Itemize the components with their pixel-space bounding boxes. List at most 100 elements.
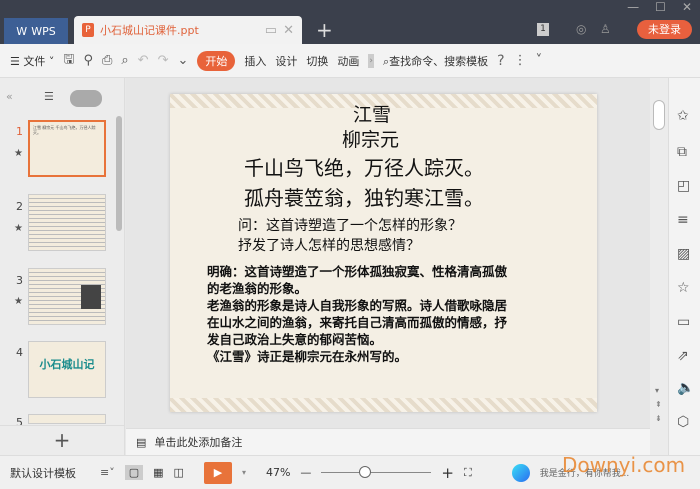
add-slide-button[interactable]: +: [0, 425, 124, 455]
float-window-icon[interactable]: ▭: [265, 23, 277, 38]
scroll-down-icon[interactable]: ▾: [655, 386, 659, 395]
slide-author: 柳宗元: [342, 129, 400, 151]
tab-transition[interactable]: 切换: [306, 53, 328, 69]
settings-hex-icon[interactable]: ⬡: [677, 414, 689, 430]
outline-view-icon[interactable]: ☰: [44, 90, 54, 103]
file-menu[interactable]: ☰ 文件 ˅: [10, 53, 54, 69]
animation-star-icon: ★: [14, 148, 23, 159]
fit-window-icon[interactable]: ⛶: [464, 466, 472, 480]
zoom-level[interactable]: 47%: [266, 466, 290, 479]
main-toolbar: ☰ 文件 ˅ 🖫 ⚲ ⎙ ⌕ ↶ ↷ ⌄ 开始 插入 设计 切换 动画 › ⌕查…: [0, 44, 700, 78]
tab-insert[interactable]: 插入: [244, 53, 266, 69]
document-tab[interactable]: P 小石城山记课件.ppt ▭ ✕: [74, 16, 302, 44]
slide-number: 4: [16, 346, 23, 359]
slide-title: 江雪: [353, 104, 392, 126]
archive-icon[interactable]: ▭: [677, 314, 690, 330]
window-controls: — ☐ ✕: [627, 0, 692, 14]
picture-icon[interactable]: ▨: [677, 246, 690, 262]
magic-icon[interactable]: ✩: [677, 108, 689, 124]
wps-label: WPS: [31, 24, 56, 38]
thumbnail-title: 小石城山记: [39, 358, 95, 371]
poem-line: 孤舟蓑笠翁，独钓寒江雪。: [244, 186, 484, 210]
new-tab-button[interactable]: +: [316, 18, 333, 42]
thumbnail-view-icon[interactable]: [70, 90, 102, 107]
slide-thumbnail-1[interactable]: 江雪 柳宗元 千山鸟飞绝，万径人踪灭。: [28, 120, 106, 177]
close-window-icon[interactable]: ✕: [682, 0, 692, 14]
answer-line: 《江雪》诗正是柳宗元在永州写的。: [207, 349, 408, 364]
assistant-orb-icon[interactable]: [511, 463, 530, 482]
sound-icon[interactable]: 🔈: [677, 380, 694, 396]
slide[interactable]: 江雪 柳宗元 千山鸟飞绝，万径人踪灭。 孤舟蓑笠翁，独钓寒江雪。 问：这首诗塑造…: [170, 94, 597, 412]
scroll-thumb[interactable]: [653, 100, 665, 130]
login-button[interactable]: 未登录: [637, 20, 692, 39]
slideshow-play-button[interactable]: ▶: [203, 461, 232, 484]
more-tabs-arrow-icon[interactable]: ›: [368, 53, 374, 68]
tab-start[interactable]: 开始: [197, 50, 236, 71]
slides-pane: « ☰ 1 ★ 江雪 柳宗元 千山鸟飞绝，万径人踪灭。 2 ★ 3 ★ 4 小石…: [0, 78, 125, 455]
slides-scrollbar[interactable]: [116, 116, 122, 231]
maximize-icon[interactable]: ☐: [655, 0, 666, 14]
thumbnail-text: 江雪 柳宗元 千山鸟飞绝，万径人踪灭。: [33, 125, 96, 135]
more-quick-icon[interactable]: ⌄: [177, 53, 188, 68]
poem-line: 千山鸟飞绝，万径人踪灭。: [244, 156, 484, 180]
help-button[interactable]: ?: [497, 53, 504, 69]
template-name[interactable]: 默认设计模板: [10, 465, 76, 481]
close-tab-icon[interactable]: ✕: [283, 23, 294, 38]
slide-sorter-icon[interactable]: ▦: [153, 466, 163, 479]
slide-number: 1: [16, 125, 23, 138]
slide-thumbnail-5[interactable]: [28, 414, 106, 424]
animation-star-icon: ★: [14, 223, 23, 234]
tab-design[interactable]: 设计: [275, 53, 297, 69]
slide-thumbnail-2[interactable]: [28, 194, 106, 251]
save-icon[interactable]: 🖫: [63, 50, 74, 72]
document-name: 小石城山记课件.ppt: [100, 24, 199, 37]
search-command[interactable]: ⌕查找命令、搜索模板: [383, 53, 488, 69]
zoom-slider-knob[interactable]: [359, 466, 372, 478]
notes-toggle-icon[interactable]: ≡˅: [100, 466, 115, 479]
share-icon[interactable]: ⇗: [677, 348, 689, 364]
window-count-badge[interactable]: 1: [537, 23, 549, 36]
favorite-icon[interactable]: ☆: [677, 280, 690, 296]
redo-icon[interactable]: ↷: [158, 53, 169, 68]
collapse-pane-icon[interactable]: «: [6, 90, 13, 103]
slide-thumbnail-3[interactable]: [28, 268, 106, 325]
prev-slide-icon[interactable]: ⇞: [655, 400, 662, 409]
wps-logo-icon: W: [16, 24, 28, 38]
slide-thumbnail-4[interactable]: 小石城山记: [28, 341, 106, 398]
question-line: 抒发了诗人怎样的思想感情？: [238, 238, 420, 254]
shapes-icon[interactable]: ◰: [677, 178, 690, 194]
print-icon[interactable]: ⎙: [102, 53, 112, 68]
decorative-border: [170, 398, 597, 412]
vertical-scrollbar[interactable]: ▾ ⇞ ⇟: [650, 78, 668, 455]
portrait-image: [81, 285, 101, 309]
next-slide-icon[interactable]: ⇟: [655, 414, 662, 423]
minimize-icon[interactable]: —: [627, 0, 639, 14]
search-label: 查找命令、搜索模板: [389, 54, 489, 68]
answer-line: 在山水之间的渔翁，来寄托自己清高而孤傲的情感，抒: [207, 315, 508, 330]
answer-block: 明确：这首诗塑造了一个形体孤独寂寞、性格清高孤傲 的老渔翁的形象。 老渔翁的形象…: [207, 263, 507, 365]
zoom-out-icon[interactable]: —: [300, 466, 311, 479]
slide-number: 3: [16, 274, 23, 287]
slide-library-icon[interactable]: ⧉: [677, 144, 687, 160]
tab-animation[interactable]: 动画: [337, 53, 359, 69]
more-options-icon[interactable]: ⋮: [514, 53, 527, 68]
undo-icon[interactable]: ↶: [138, 53, 149, 68]
play-options-icon[interactable]: ▾: [242, 468, 246, 477]
reading-view-icon[interactable]: ◫: [174, 466, 184, 479]
collapse-ribbon-icon[interactable]: ˅: [536, 53, 543, 68]
shirt-icon[interactable]: ♙: [600, 22, 611, 36]
zoom-in-icon[interactable]: +: [441, 464, 454, 482]
print-preview-icon[interactable]: ⌕: [121, 53, 128, 68]
ppt-file-icon: P: [82, 23, 94, 37]
watermark: Downyi.com: [562, 453, 686, 477]
format-painter-icon[interactable]: ⚲: [83, 53, 93, 68]
slide-number: 2: [16, 200, 23, 213]
zoom-slider[interactable]: [321, 466, 432, 478]
properties-icon[interactable]: ≡: [677, 212, 689, 228]
normal-view-icon[interactable]: ▢: [124, 465, 144, 480]
question-line: 问：这首诗塑造了一个怎样的形象？: [238, 218, 462, 234]
notes-area[interactable]: ▤ 单击此处添加备注: [126, 428, 650, 455]
wps-home-tab[interactable]: W WPS: [4, 18, 68, 44]
answer-line: 发自己政治上失意的郁闷苦恼。: [207, 332, 383, 347]
skin-icon[interactable]: ◎: [576, 22, 586, 36]
